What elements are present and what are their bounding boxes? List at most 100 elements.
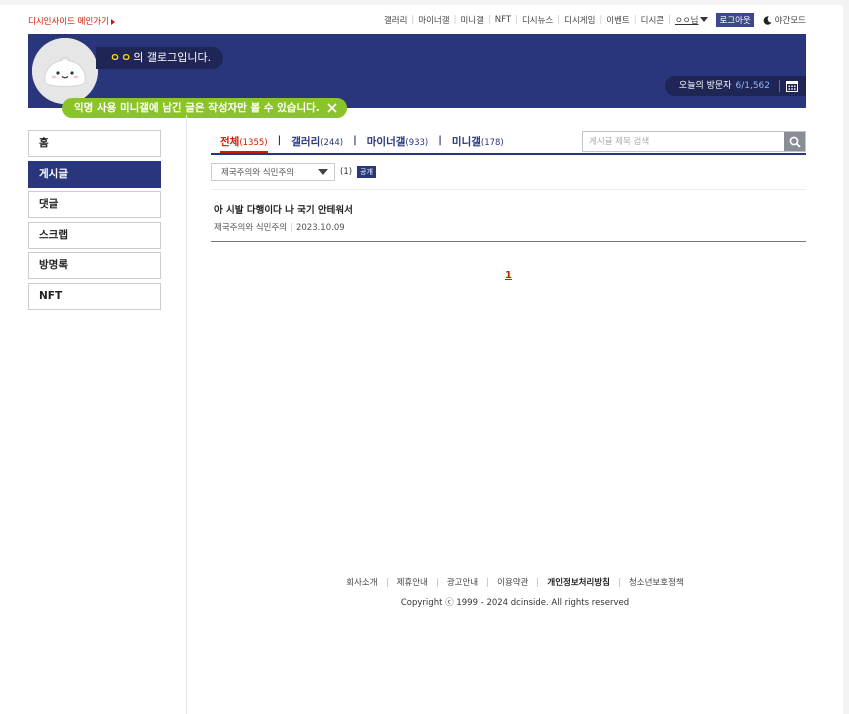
gallery-filter-value: 제국주의와 식민주의 xyxy=(221,168,295,178)
footer-separator xyxy=(487,577,489,587)
dropdown-triangle-icon xyxy=(318,169,328,175)
gallog-header-banner: ㅇㅇ 의 갤로그입니다. 오늘의 방문자 6/1,562 익명 사용 미니갤에 … xyxy=(28,34,806,118)
user-name: ㅇㅇ님 xyxy=(674,16,699,26)
post-title[interactable]: 아 시발 다행이다 나 국기 안테워서 xyxy=(214,202,806,216)
public-badge: 공개 xyxy=(357,166,376,178)
nav-event[interactable]: 이벤트 xyxy=(606,14,629,26)
nav-nft[interactable]: NFT xyxy=(495,15,511,25)
anonymous-notice: 익명 사용 미니갤에 남긴 글은 작성자만 볼 수 있습니다. xyxy=(62,98,347,118)
nav-separator: | xyxy=(487,15,491,25)
calendar-icon[interactable] xyxy=(786,80,798,92)
tab-gallery[interactable]: 갤러리 (244) xyxy=(291,134,343,153)
copyright: Copyright ⓒ 1999 - 2024 dcinside. All ri… xyxy=(187,596,843,608)
gallog-title: ㅇㅇ 의 갤로그입니다. xyxy=(96,47,224,69)
pagination: 1 xyxy=(211,270,806,281)
main-link-label: 디시인사이드 메인가기 xyxy=(28,17,109,27)
tab-label: 전체 xyxy=(220,136,240,148)
nav-mini-gallery[interactable]: 미니갤 xyxy=(460,14,483,26)
sidebar-item-guestbook[interactable]: 방명록 xyxy=(28,252,161,279)
tab-count: (244) xyxy=(320,138,344,148)
visitor-divider xyxy=(779,80,780,92)
tab-label: 마이너갤 xyxy=(366,136,406,148)
post-gallery[interactable]: 제국주의와 식민주의 xyxy=(214,223,287,233)
sidebar-divider xyxy=(186,115,187,714)
night-mode-toggle[interactable]: 야간모드 xyxy=(775,14,806,26)
nav-gallery[interactable]: 갤러리 xyxy=(384,14,407,26)
avatar[interactable] xyxy=(32,38,98,104)
right-arrow-icon xyxy=(110,18,115,25)
copyright-symbol: ⓒ xyxy=(445,598,454,608)
filter-row: 제국주의와 식민주의 (1) 공개 xyxy=(211,163,806,181)
nav-separator: | xyxy=(599,15,603,25)
post-search xyxy=(582,131,806,152)
nav-separator: | xyxy=(668,15,671,25)
visitor-counter: 오늘의 방문자 6/1,562 xyxy=(664,76,806,96)
moon-icon[interactable] xyxy=(763,15,772,25)
footer: 회사소개 제휴안내 광고안내 이용약관 개인정보처리방침 청소년보호정책 Cop… xyxy=(187,576,843,608)
gallery-filter-select[interactable]: 제국주의와 식민주의 xyxy=(211,163,335,181)
nav-separator: | xyxy=(557,15,561,25)
logout-button[interactable]: 로그아웃 xyxy=(716,13,754,27)
top-bar: 디시인사이드 메인가기 갤러리 | 마이너갤 | 미니갤 | NFT | 디시뉴… xyxy=(28,13,806,27)
tab-separator: | xyxy=(353,135,357,146)
nav-dcnews[interactable]: 디시뉴스 xyxy=(522,14,553,26)
meta-separator: | xyxy=(290,223,293,233)
footer-separator xyxy=(436,577,438,587)
nav-separator: | xyxy=(411,15,415,25)
sidebar: 홈 게시글 댓글 스크랩 방명록 NFT xyxy=(28,130,161,313)
dumpling-avatar-icon xyxy=(32,38,98,104)
close-icon[interactable] xyxy=(327,103,337,113)
tab-label: 갤러리 xyxy=(291,136,321,148)
main-content: 전체 (1355) | 갤러리 (244) | 마이너갤 (933) | 미니갤 (17… xyxy=(211,130,806,281)
search-button[interactable] xyxy=(784,132,805,151)
tab-count: (178) xyxy=(480,138,504,148)
user-menu[interactable]: ㅇㅇ님 xyxy=(674,14,709,26)
nav-separator: | xyxy=(453,15,457,25)
nav-dccon[interactable]: 디시콘 xyxy=(641,14,664,26)
nav-separator: | xyxy=(515,15,518,25)
tab-mini-gallery[interactable]: 미니갤 (178) xyxy=(452,134,504,153)
sidebar-item-home[interactable]: 홈 xyxy=(28,130,161,157)
search-icon xyxy=(789,136,801,148)
footer-link-partnership[interactable]: 제휴안내 xyxy=(397,576,428,588)
filter-count: (1) xyxy=(340,167,353,177)
nav-dcgame[interactable]: 디시게임 xyxy=(564,14,595,26)
footer-link-youth-protection[interactable]: 청소년보호정책 xyxy=(629,576,684,588)
footer-separator xyxy=(618,577,620,587)
copyright-text: 1999 - 2024 dcinside. All rights reserve… xyxy=(456,598,630,608)
tab-label: 미니갤 xyxy=(451,136,481,148)
post-meta: 제국주의와 식민주의 | 2023.10.09 xyxy=(214,221,806,233)
sidebar-item-posts[interactable]: 게시글 xyxy=(28,160,161,188)
nav-separator: | xyxy=(633,15,637,25)
post-date: 2023.10.09 xyxy=(295,223,345,233)
footer-separator xyxy=(386,577,388,587)
footer-link-terms[interactable]: 이용약관 xyxy=(497,576,528,588)
footer-link-company[interactable]: 회사소개 xyxy=(346,576,377,588)
page: 디시인사이드 메인가기 갤러리 | 마이너갤 | 미니갤 | NFT | 디시뉴… xyxy=(0,5,843,714)
footer-link-advertising[interactable]: 광고안내 xyxy=(447,576,478,588)
tab-all[interactable]: 전체 (1355) xyxy=(220,134,268,153)
search-input[interactable] xyxy=(583,132,784,151)
footer-separator xyxy=(537,577,539,587)
footer-links: 회사소개 제휴안내 광고안내 이용약관 개인정보처리방침 청소년보호정책 xyxy=(187,576,843,588)
gallog-title-suffix: 의 갤로그입니다. xyxy=(133,51,212,64)
footer-link-privacy[interactable]: 개인정보처리방침 xyxy=(547,576,610,588)
sidebar-item-nft[interactable]: NFT xyxy=(28,282,161,310)
nav-minor-gallery[interactable]: 마이너갤 xyxy=(418,14,449,26)
owner-name: ㅇㅇ xyxy=(110,51,133,64)
page-number-current[interactable]: 1 xyxy=(505,270,512,281)
global-nav: 갤러리 | 마이너갤 | 미니갤 | NFT | 디시뉴스 | 디시게임 | 이… xyxy=(384,13,806,27)
copyright-prefix: Copyright xyxy=(400,598,443,608)
dcinside-main-link[interactable]: 디시인사이드 메인가기 xyxy=(28,15,115,27)
list-item: 아 시발 다행이다 나 국기 안테워서 제국주의와 식민주의 | 2023.10.0… xyxy=(211,190,806,242)
sidebar-item-scrap[interactable]: 스크랩 xyxy=(28,221,161,249)
tab-separator: | xyxy=(277,135,282,146)
visitor-label: 오늘의 방문자 xyxy=(678,81,732,91)
chevron-down-icon xyxy=(700,17,709,22)
visitor-count: 6/1,562 xyxy=(735,81,770,91)
sidebar-item-comments[interactable]: 댓글 xyxy=(28,191,161,218)
post-tabs: 전체 (1355) | 갤러리 (244) | 마이너갤 (933) | 미니갤 (17… xyxy=(211,130,806,155)
tab-separator: | xyxy=(438,135,442,146)
notice-text: 익명 사용 미니갤에 남긴 글은 작성자만 볼 수 있습니다. xyxy=(74,102,320,114)
tab-minor-gallery[interactable]: 마이너갤 (933) xyxy=(367,134,429,153)
